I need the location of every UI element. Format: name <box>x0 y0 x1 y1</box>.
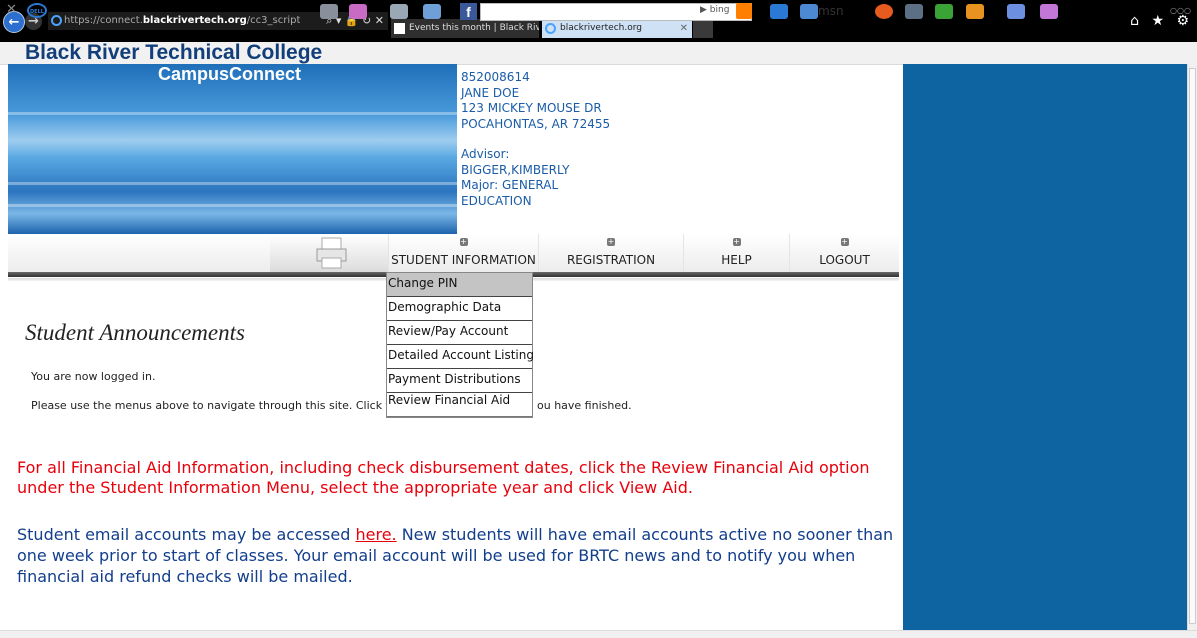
menu-item-detailed-account-listing[interactable]: Detailed Account Listing <box>387 345 534 369</box>
email-notice-text: Student email accounts may be accessed <box>17 525 356 544</box>
page-icon <box>394 23 405 34</box>
tab-label: blackrivertech.org <box>560 23 642 33</box>
navigation-instructions: Please use the menus above to navigate t… <box>31 399 397 412</box>
student-address-1: 123 MICKEY MOUSE DR <box>461 101 602 115</box>
more-icon[interactable]: ○○○ <box>1170 6 1191 15</box>
browser-tab-events[interactable]: Events this month | Black River... <box>391 19 539 38</box>
toolbar-app-icon[interactable] <box>1040 4 1058 19</box>
url-domain: blackrivertech.org <box>142 15 247 26</box>
like-icon[interactable] <box>770 4 788 19</box>
ie-icon <box>545 23 556 34</box>
toolbar-app-icon[interactable] <box>966 4 984 19</box>
student-id: 852008614 <box>461 70 530 84</box>
expand-icon: + <box>459 237 468 246</box>
nav-student-information[interactable]: + STUDENT INFORMATION <box>388 234 538 272</box>
right-sidebar <box>903 64 1194 630</box>
student-information-menu: Change PIN Demographic Data Review/Pay A… <box>386 272 534 418</box>
tab-close-icon[interactable]: ✕ <box>680 19 688 38</box>
toolbar-app-icon[interactable] <box>905 4 923 19</box>
home-favorites-settings-icons[interactable]: ⌂ ★ ⚙ <box>1130 13 1193 29</box>
dell-logo-icon[interactable]: DELL <box>27 3 47 18</box>
toolbar-app-icon[interactable] <box>320 4 338 19</box>
new-tab-button[interactable] <box>693 19 713 38</box>
toolbar-app-icon[interactable] <box>935 4 953 19</box>
toolbar-close-icon[interactable]: ✕ <box>6 2 17 17</box>
product-name: CampusConnect <box>158 64 302 84</box>
horizontal-scrollbar[interactable] <box>0 630 1197 638</box>
banner-wave <box>8 204 457 207</box>
student-address-2: POCAHONTAS, AR 72455 <box>461 116 611 131</box>
student-info: 852008614 JANE DOE 123 MICKEY MOUSE DR P… <box>461 70 631 209</box>
msn-label[interactable]: msn <box>818 4 844 18</box>
banner-wave <box>8 182 457 185</box>
menu-item-review-financial-aid[interactable]: Review Financial Aid <box>387 393 532 417</box>
nav-label: HELP <box>721 253 752 267</box>
nav-help[interactable]: + HELP <box>683 234 789 272</box>
login-status: You are now logged in. <box>31 370 156 383</box>
expand-icon: + <box>732 237 741 246</box>
navigation-instructions-end: ou have finished. <box>537 399 632 412</box>
toolbar-app-icon[interactable] <box>875 4 893 19</box>
banner-wave <box>8 112 457 115</box>
tab-label: Events this month | Black River... <box>409 23 539 33</box>
menu-item-review-pay-account[interactable]: Review/Pay Account <box>387 321 532 345</box>
financial-aid-notice: For all Financial Aid Information, inclu… <box>17 458 870 497</box>
toolbar-app-icon[interactable] <box>423 4 441 19</box>
nav-label: REGISTRATION <box>566 253 656 267</box>
page-title: Student Announcements <box>25 320 245 345</box>
address-bar-tools[interactable]: ⌕ ▾ 🔒 ↻ ✕ <box>300 12 388 30</box>
nav-label: STUDENT INFORMATION <box>391 253 536 267</box>
scrollbar-thumb[interactable] <box>1189 68 1196 624</box>
college-name: Black River Technical College <box>25 41 323 64</box>
ie-icon <box>51 15 62 26</box>
toolbar-app-icon[interactable] <box>390 4 408 19</box>
facebook-icon[interactable]: f <box>460 3 477 20</box>
vertical-scrollbar[interactable] <box>1187 64 1197 630</box>
toolbar-app-icon[interactable] <box>349 4 367 19</box>
browser-tab-blackrivertech[interactable]: blackrivertech.org ✕ <box>542 19 692 38</box>
toolbar-app-icon[interactable] <box>1007 4 1025 19</box>
college-banner <box>8 64 457 234</box>
advisor-label: Advisor: <box>461 147 510 161</box>
advisor-name: BIGGER,KIMBERLY <box>461 162 570 177</box>
nav-registration[interactable]: + REGISTRATION <box>538 234 683 272</box>
expand-icon: + <box>607 237 615 246</box>
major-line-1: Major: GENERAL <box>461 178 559 192</box>
major-line-2: EDUCATION <box>461 193 532 208</box>
chat-icon[interactable] <box>800 4 818 19</box>
student-name: JANE DOE <box>461 85 520 100</box>
expand-icon: + <box>840 237 849 246</box>
search-go-icon[interactable] <box>736 3 752 19</box>
nav-logout[interactable]: + LOGOUT <box>789 234 899 272</box>
printer-icon[interactable] <box>315 236 348 270</box>
menu-item-payment-distributions[interactable]: Payment Distributions <box>387 369 532 393</box>
url-prefix: https://connect. <box>64 15 143 26</box>
menu-item-change-pin[interactable]: Change PIN <box>387 273 532 297</box>
email-link[interactable]: here. <box>355 525 396 544</box>
bing-label: ▶ bing <box>700 5 730 15</box>
menu-item-demographic-data[interactable]: Demographic Data <box>387 297 532 321</box>
nav-label: LOGOUT <box>819 253 870 267</box>
email-notice: Student email accounts may be accessed h… <box>17 524 897 587</box>
